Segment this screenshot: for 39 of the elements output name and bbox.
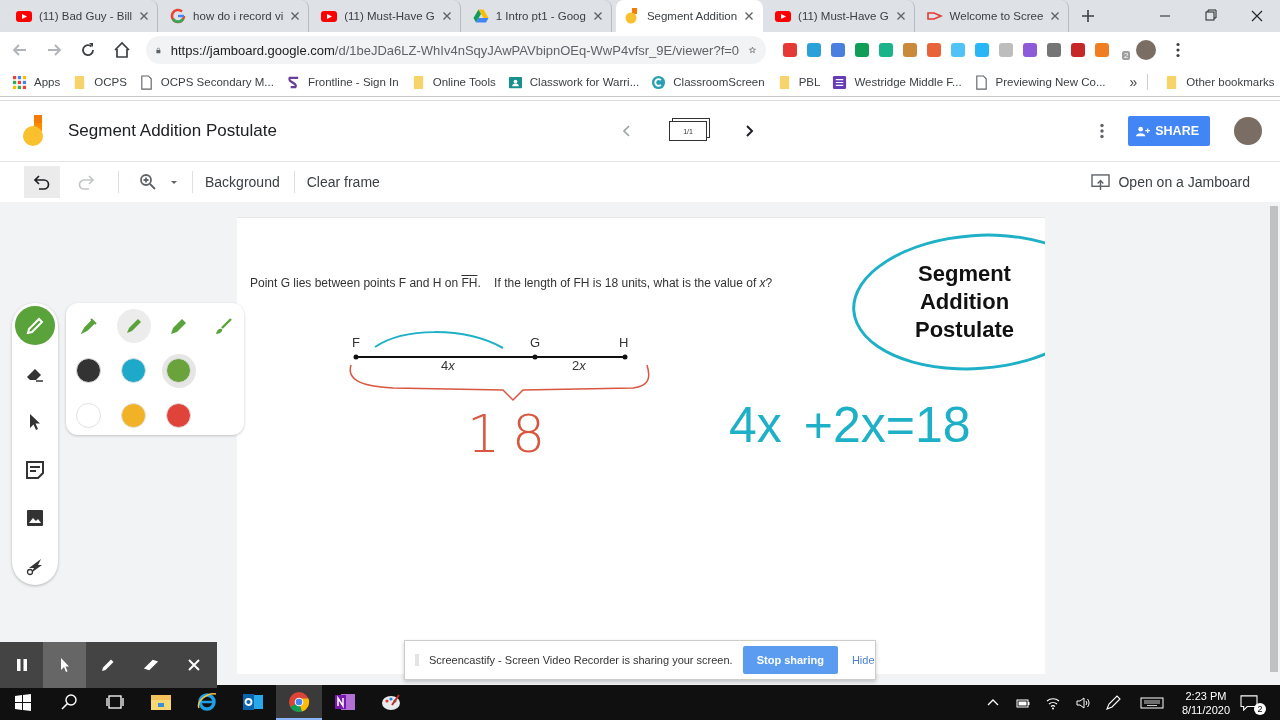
notification-badge: 2: [1122, 51, 1131, 60]
bookmark[interactable]: PBL: [776, 74, 821, 90]
more-bookmarks-button[interactable]: »: [1129, 74, 1149, 90]
share-button[interactable]: SHARE: [1128, 116, 1210, 146]
action-center-button[interactable]: 2: [1240, 690, 1266, 715]
tab-title: (11) Must-Have G: [798, 10, 889, 22]
bookmark[interactable]: Westridge Middle F...: [832, 74, 962, 90]
tab-title: how do i record vi: [193, 10, 284, 22]
url-text: https://jamboard.google.com/d/1beJDa6LZ-WhIv4nSqyJAwPAVbipnOEq-WwP4vfsr_9E/viewer?f=0: [170, 42, 740, 58]
handwritten-math: +2x=18: [803, 396, 971, 454]
background-button[interactable]: Background: [205, 174, 280, 190]
tab-title: (11) Must-Have G: [344, 10, 435, 22]
document-title: Segment Addition Postulate: [68, 121, 277, 141]
bookmark[interactable]: OCPS: [72, 74, 127, 90]
clock-date: 8/11/2020: [1181, 702, 1230, 717]
clock[interactable]: 2:23 PM 8/11/2020: [1181, 688, 1230, 717]
open-on-jamboard-button[interactable]: Open on a Jamboard: [1091, 173, 1250, 191]
browser-tab[interactable]: Segment Addition: [615, 0, 764, 32]
sharing-message: Screencastify - Screen Video Recorder is sharing your screen.: [429, 654, 733, 666]
hide-button[interactable]: Hide: [851, 654, 875, 666]
bookmark[interactable]: Classwork for Warri...: [507, 74, 640, 90]
bookmark[interactable]: Apps: [12, 74, 61, 90]
clock-time: 2:23 PM: [1185, 688, 1227, 703]
heading-text: Segment Addition Postulate: [914, 260, 1015, 344]
clear-frame-button[interactable]: Clear frame: [306, 174, 380, 190]
notification-count: 2: [1254, 702, 1266, 715]
bookmark[interactable]: OCPS Secondary M...: [138, 74, 274, 90]
bookmark[interactable]: ClassroomScreen: [651, 74, 765, 90]
address-bar[interactable]: https://jamboard.google.com/d/1beJDa6LZ-WhIv4nSqyJAwPAVbipnOEq-WwP4vfsr_9E/viewer?f=0: [146, 36, 766, 64]
tab-title: Welcome to Scree: [949, 10, 1044, 22]
question-text: Point G lies between points F and H on FH. If the length of FH is 18 units, what is the value of x?: [250, 276, 773, 290]
tab-title: 1 Intro pt1 - Goog: [495, 10, 586, 22]
tab-title: (11) Bad Guy - Bill: [39, 10, 133, 22]
handwritten-math: 4x: [729, 396, 782, 454]
tab-title: Segment Addition: [646, 10, 738, 22]
bookmark[interactable]: Frontline - Sign In: [285, 74, 399, 90]
bookmark[interactable]: Previewing New Co...: [973, 74, 1106, 90]
bookmark[interactable]: Other bookmarks: [1164, 74, 1275, 90]
bookmark[interactable]: Online Tools: [410, 74, 496, 90]
